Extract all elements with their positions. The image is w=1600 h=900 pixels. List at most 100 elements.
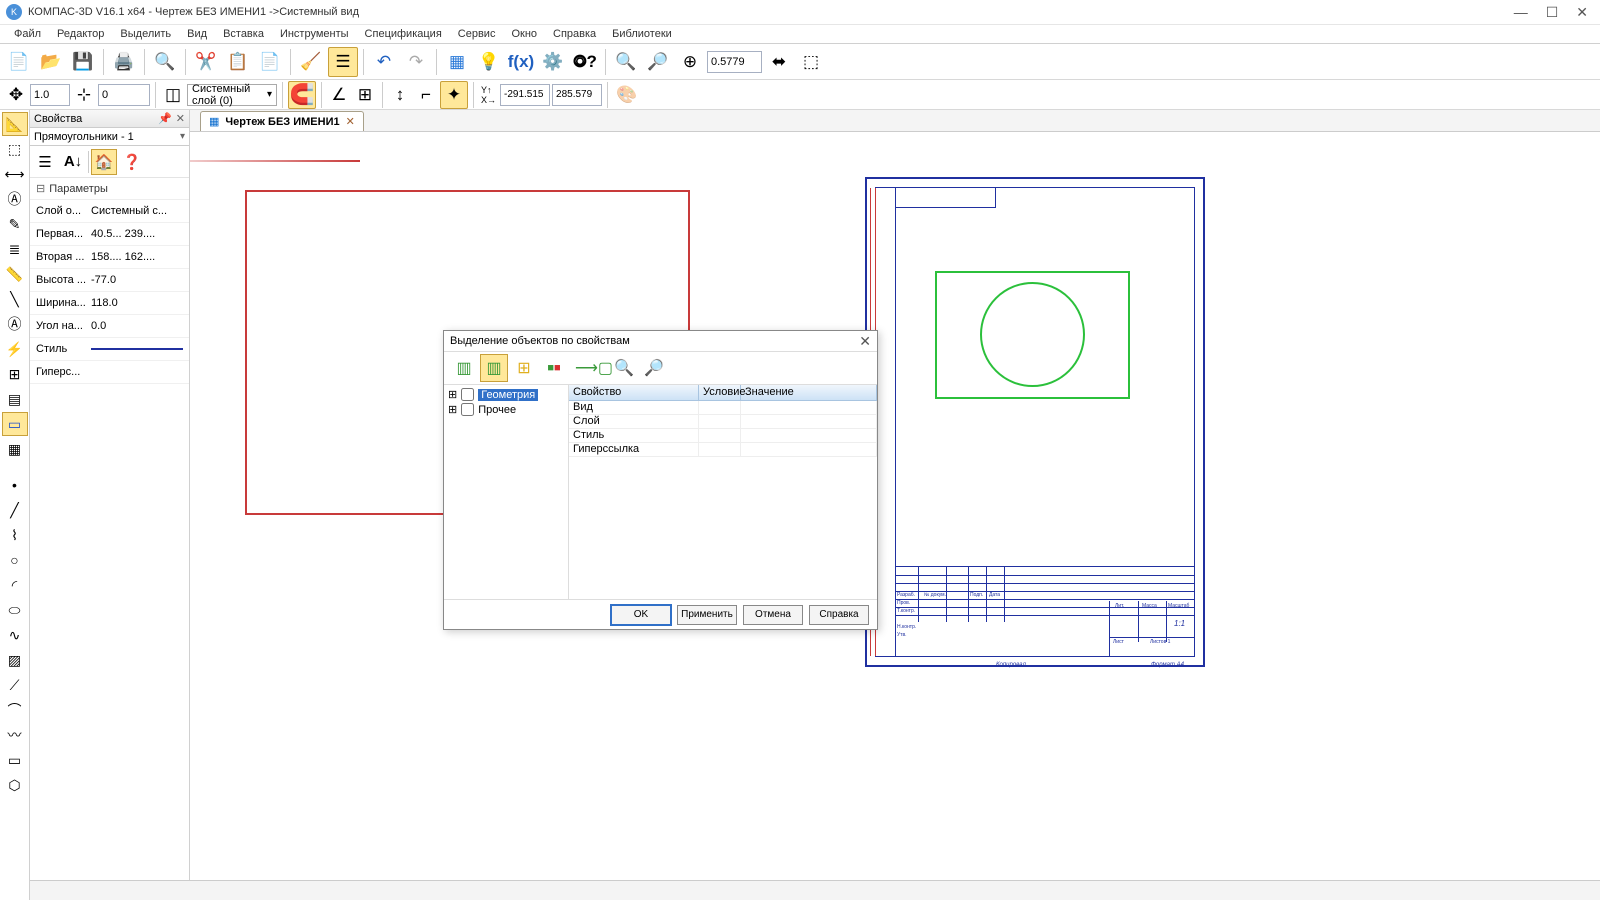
preview-icon[interactable]: 🔍: [150, 47, 180, 77]
drawing-area[interactable]: Разраб. Пров. Т.контр. Н.контр. Утв. № д…: [190, 132, 1600, 900]
prop-row-width[interactable]: Ширина...118.0: [30, 292, 189, 315]
tree-checkbox[interactable]: [461, 388, 474, 401]
minimize-button[interactable]: —: [1514, 4, 1528, 21]
dialog-tree[interactable]: ⊞ Геометрия ⊞ Прочее: [444, 385, 569, 599]
maximize-button[interactable]: ☐: [1546, 4, 1559, 21]
menu-tools[interactable]: Инструменты: [272, 26, 357, 42]
context-help-icon[interactable]: ⭗?: [570, 47, 600, 77]
open-icon[interactable]: 📂: [36, 47, 66, 77]
tree-item-other[interactable]: ⊞ Прочее: [446, 402, 566, 417]
table-mode-icon[interactable]: ⊞: [2, 362, 28, 386]
prop-row-first[interactable]: Первая...40.5... 239....: [30, 223, 189, 246]
geometry-mode-icon[interactable]: 📐: [2, 112, 28, 136]
menu-edit[interactable]: Редактор: [49, 26, 112, 42]
menu-insert[interactable]: Вставка: [215, 26, 272, 42]
edit-mode-icon[interactable]: ✎: [2, 212, 28, 236]
print-icon[interactable]: 🖨️: [109, 47, 139, 77]
zoom-fit-icon[interactable]: ⊕: [675, 47, 705, 77]
grid-header-value[interactable]: Значение: [741, 385, 877, 400]
prop-btn-highlighted[interactable]: 🏠: [91, 149, 117, 175]
param-mode-icon[interactable]: ≣: [2, 237, 28, 261]
menu-select[interactable]: Выделить: [112, 26, 179, 42]
prop-btn-1[interactable]: ☰: [32, 149, 58, 175]
layer-icon[interactable]: ◫: [161, 83, 185, 107]
coord-mode-icon[interactable]: ⊹: [72, 83, 96, 107]
grid-header-property[interactable]: Свойство: [569, 385, 699, 400]
menu-service[interactable]: Сервис: [450, 26, 504, 42]
line-tool-icon[interactable]: ╱: [2, 498, 28, 522]
grid-header-condition[interactable]: Условие: [699, 385, 741, 400]
rect-tool-icon[interactable]: ▭: [2, 412, 28, 436]
doc-tab-close-icon[interactable]: ✕: [346, 115, 355, 128]
measure-mode-icon[interactable]: 📏: [2, 262, 28, 286]
zoom-out-icon[interactable]: 🔎: [643, 47, 673, 77]
drag-mode-icon[interactable]: ✥: [4, 83, 28, 107]
dlg-btn-doc[interactable]: ▥: [450, 354, 478, 382]
grid-icon[interactable]: ⊞: [353, 83, 377, 107]
help-button[interactable]: Справка: [809, 605, 869, 625]
axis-icon[interactable]: ↕: [388, 83, 412, 107]
grid-row[interactable]: Гиперссылка: [569, 443, 877, 457]
compass-icon[interactable]: Ⓐ: [2, 312, 28, 336]
grid-row[interactable]: Вид: [569, 401, 877, 415]
spline-tool-icon[interactable]: ∿: [2, 623, 28, 647]
dlg-btn-add[interactable]: ⊞: [510, 354, 538, 382]
prop-btn-2[interactable]: A↓: [60, 149, 86, 175]
parameters-header[interactable]: ⊟ Параметры: [30, 178, 189, 200]
menu-view[interactable]: Вид: [179, 26, 215, 42]
prop-row-hyperlink[interactable]: Гиперс...: [30, 361, 189, 384]
prop-row-height[interactable]: Высота ...-77.0: [30, 269, 189, 292]
dlg-btn-dots[interactable]: ■■: [540, 354, 568, 382]
close-button[interactable]: ✕: [1576, 4, 1588, 21]
pin-icon[interactable]: 📌: [158, 112, 172, 125]
ok-button[interactable]: OK: [611, 605, 671, 625]
cancel-button[interactable]: Отмена: [743, 605, 803, 625]
prop-row-layer[interactable]: Слой о...Системный с...: [30, 200, 189, 223]
tree-checkbox[interactable]: [461, 403, 474, 416]
angle-icon[interactable]: ∠: [327, 83, 351, 107]
scale-input[interactable]: [30, 84, 70, 106]
zoom-in-icon[interactable]: 🔍: [611, 47, 641, 77]
select-mode-icon[interactable]: ⬚: [2, 137, 28, 161]
grid-row[interactable]: Стиль: [569, 429, 877, 443]
ortho-icon[interactable]: ⌐: [414, 83, 438, 107]
polygon-tool-icon[interactable]: ⬡: [2, 773, 28, 797]
paste-icon[interactable]: 📄: [255, 47, 285, 77]
cut-icon[interactable]: ✂️: [191, 47, 221, 77]
snap-toggle-icon[interactable]: 🧲: [288, 81, 316, 109]
dlg-btn-doc2[interactable]: ▥: [480, 354, 508, 382]
menu-help[interactable]: Справка: [545, 26, 604, 42]
dlg-btn-target[interactable]: ⟶▢: [580, 354, 608, 382]
undo-icon[interactable]: ↶: [369, 47, 399, 77]
fx-icon[interactable]: f(x): [506, 47, 536, 77]
layer-combo[interactable]: Системный слой (0): [187, 84, 277, 106]
dimension-mode-icon[interactable]: ⟷: [2, 162, 28, 186]
prop-row-angle[interactable]: Угол на...0.0: [30, 315, 189, 338]
local-cs-icon[interactable]: ✦: [440, 81, 468, 109]
offset-tool-icon[interactable]: 〰: [2, 723, 28, 747]
tree-expand-icon[interactable]: ⊞: [448, 403, 457, 416]
zigzag-icon[interactable]: ⚡: [2, 337, 28, 361]
zoom-input[interactable]: [707, 51, 762, 73]
dialog-titlebar[interactable]: Выделение объектов по свойствам ✕: [444, 331, 877, 351]
prop-row-second[interactable]: Вторая ...158.... 162....: [30, 246, 189, 269]
polyline-tool-icon[interactable]: ⌇: [2, 523, 28, 547]
document-tab[interactable]: ▦ Чертеж БЕЗ ИМЕНИ1 ✕: [200, 111, 364, 131]
menu-file[interactable]: Файл: [6, 26, 49, 42]
line-icon[interactable]: ╲: [2, 287, 28, 311]
dlg-btn-zoom2[interactable]: 🔎: [640, 354, 668, 382]
report-mode-icon[interactable]: ▦: [2, 437, 28, 461]
spec-mode-icon[interactable]: ▤: [2, 387, 28, 411]
properties-type-combo[interactable]: Прямоугольники - 1: [30, 128, 189, 146]
ellipse-tool-icon[interactable]: ⬭: [2, 598, 28, 622]
props-toggle-icon[interactable]: ☰: [328, 47, 358, 77]
prop-btn-help[interactable]: ❓: [119, 149, 145, 175]
text-mode-icon[interactable]: Ⓐ: [2, 187, 28, 211]
circle-tool-icon[interactable]: ○: [2, 548, 28, 572]
constraints-icon[interactable]: ⚙️: [538, 47, 568, 77]
chamfer-tool-icon[interactable]: ⟋: [2, 673, 28, 697]
new-icon[interactable]: 📄: [4, 47, 34, 77]
redo-icon[interactable]: ↷: [401, 47, 431, 77]
eraser-icon[interactable]: 🧹: [296, 47, 326, 77]
vars-icon[interactable]: 💡: [474, 47, 504, 77]
